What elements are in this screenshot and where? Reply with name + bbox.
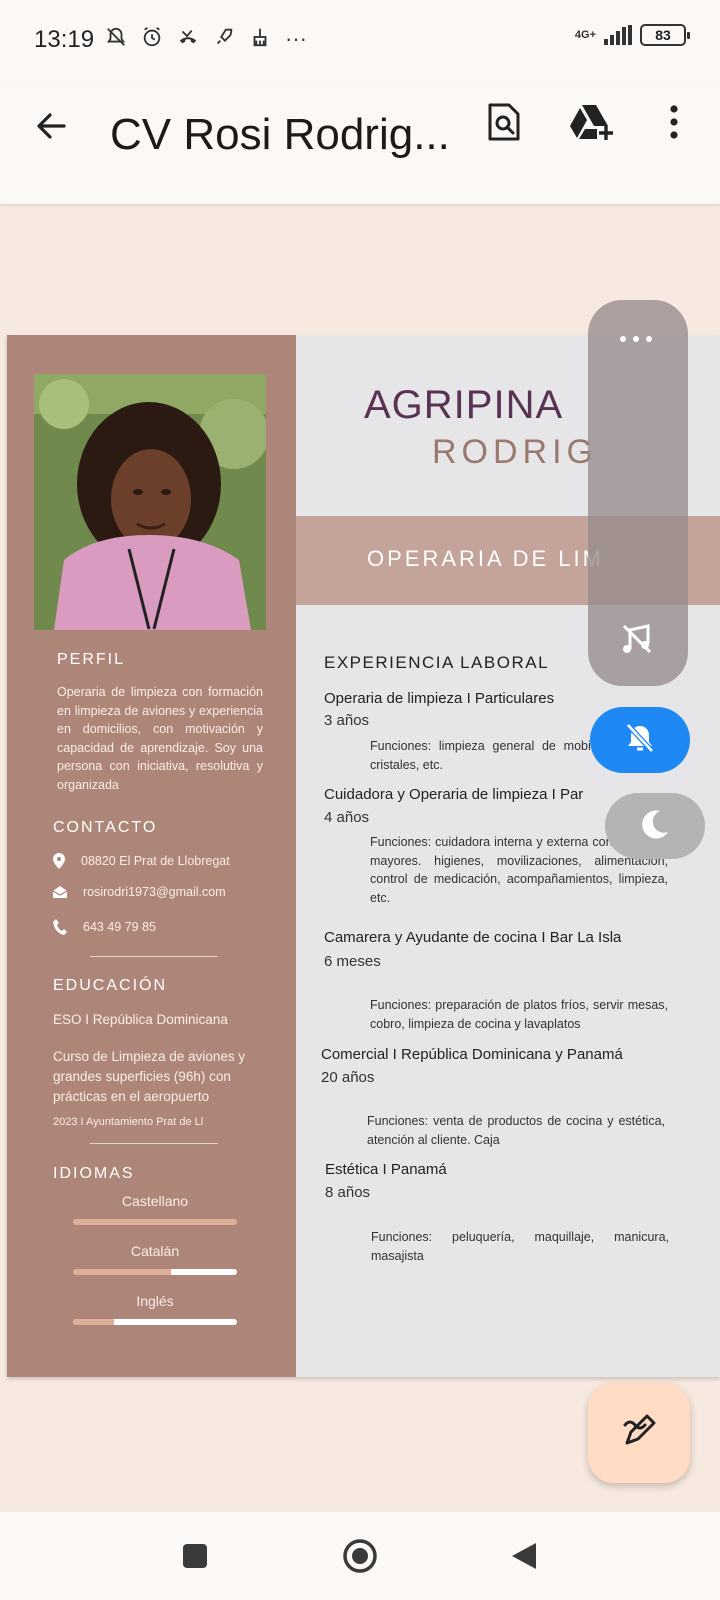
missed-call-icon (176, 26, 200, 54)
back-triangle-icon[interactable] (504, 1536, 544, 1576)
education-heading: EDUCACIÓN (53, 977, 168, 994)
profile-text: Operaria de limpieza con formación en li… (57, 685, 263, 792)
email-icon (53, 886, 67, 898)
job-title: Cuidadora y Operaria de limpieza I Par (324, 786, 584, 803)
network-type: 4G+ (574, 28, 596, 41)
language-level-bar (73, 1319, 237, 1325)
system-nav-bar (0, 1512, 720, 1600)
cleaner-icon (248, 26, 272, 54)
education-item-2: Curso de Limpieza de aviones y grandes s… (53, 1049, 246, 1104)
contact-phone: 643 49 79 85 (53, 919, 156, 935)
arrow-back-icon[interactable] (30, 104, 74, 148)
address-text: 08820 El Prat de Llobregat (81, 854, 230, 868)
moon-icon (638, 807, 672, 846)
more-vert-icon[interactable] (650, 98, 698, 146)
job-description: Funciones: preparación de platos fríos, … (370, 998, 668, 1031)
contact-heading: CONTACTO (53, 819, 158, 836)
bell-off-status-icon (104, 26, 128, 54)
silent-mode-toggle[interactable] (590, 707, 690, 773)
sidebar-divider (90, 956, 218, 957)
job-title: Estética I Panamá (325, 1161, 447, 1178)
bell-off-icon (623, 721, 657, 760)
language-level-bar (73, 1219, 237, 1225)
drive-add-icon[interactable] (568, 98, 616, 146)
profile-photo (34, 374, 266, 630)
job-duration: 20 años (321, 1069, 375, 1086)
more-status-icon: ··· (285, 26, 307, 51)
job-title: Camarera y Ayudante de cocina I Bar La I… (324, 929, 622, 946)
document-search-icon[interactable] (480, 98, 528, 146)
language-name: Inglés (136, 1293, 174, 1309)
contact-address: 08820 El Prat de Llobregat (53, 853, 230, 869)
job-duration: 3 años (324, 712, 370, 729)
music-off-icon[interactable] (620, 622, 654, 661)
language-name: Catalán (130, 1243, 180, 1259)
alarm-icon (140, 26, 164, 54)
edit-fab-button[interactable] (588, 1383, 690, 1483)
education-item-1: ESO I República Dominicana (53, 1012, 228, 1027)
status-right: 4G+ 83 (574, 24, 690, 46)
rocket-icon (212, 26, 236, 54)
experience-heading: EXPERIENCIA LABORAL (324, 653, 550, 672)
more-horiz-icon[interactable] (618, 324, 654, 350)
education-item-2-meta: 2023 I Ayuntamiento Prat de Ll (53, 1116, 204, 1128)
job-duration: 6 meses (324, 953, 381, 970)
floating-quick-panel[interactable] (588, 300, 688, 686)
status-time: 13:19 (34, 26, 95, 53)
job-title: Operaria de limpieza I Particulares (324, 690, 555, 707)
job-duration: 8 años (325, 1184, 371, 1201)
role-title: OPERARIA DE LIM (367, 546, 604, 571)
job-title: Comercial I República Dominicana y Panam… (321, 1046, 623, 1063)
sidebar-divider (90, 1143, 218, 1144)
cv-first-name: AGRIPINA (364, 383, 564, 427)
signal-icon (604, 25, 632, 45)
language-name: Castellano (121, 1193, 189, 1209)
recents-icon[interactable] (175, 1536, 215, 1576)
notification-icons: ··· (104, 26, 308, 54)
status-bar: 13:19 ··· 4G+ 83 (0, 0, 720, 82)
language-level-bar (73, 1269, 237, 1275)
cv-last-name: RODRIG (432, 433, 598, 471)
dnd-toggle[interactable] (605, 793, 705, 859)
job-duration: 4 años (324, 809, 370, 826)
phone-icon (53, 919, 67, 935)
contact-email: rosirodri1973@gmail.com (53, 885, 226, 899)
cv-sidebar: PERFIL Operaria de limpieza con formació… (7, 335, 296, 1377)
job-description: Funciones: venta de productos de cocina … (367, 1114, 665, 1147)
app-bar: CV Rosi Rodrig... (0, 82, 720, 204)
languages-heading: IDIOMAS (53, 1165, 135, 1182)
document-title: CV Rosi Rodrig... (110, 110, 450, 159)
battery-icon: 83 (640, 24, 690, 46)
email-text: rosirodri1973@gmail.com (83, 885, 226, 899)
phone-text: 643 49 79 85 (83, 920, 156, 934)
profile-heading: PERFIL (57, 651, 126, 668)
edit-sparkle-icon (621, 1413, 657, 1454)
job-description: Funciones: peluquería, maquillaje, manic… (371, 1230, 669, 1263)
home-icon[interactable] (340, 1536, 380, 1576)
location-icon (53, 853, 65, 869)
